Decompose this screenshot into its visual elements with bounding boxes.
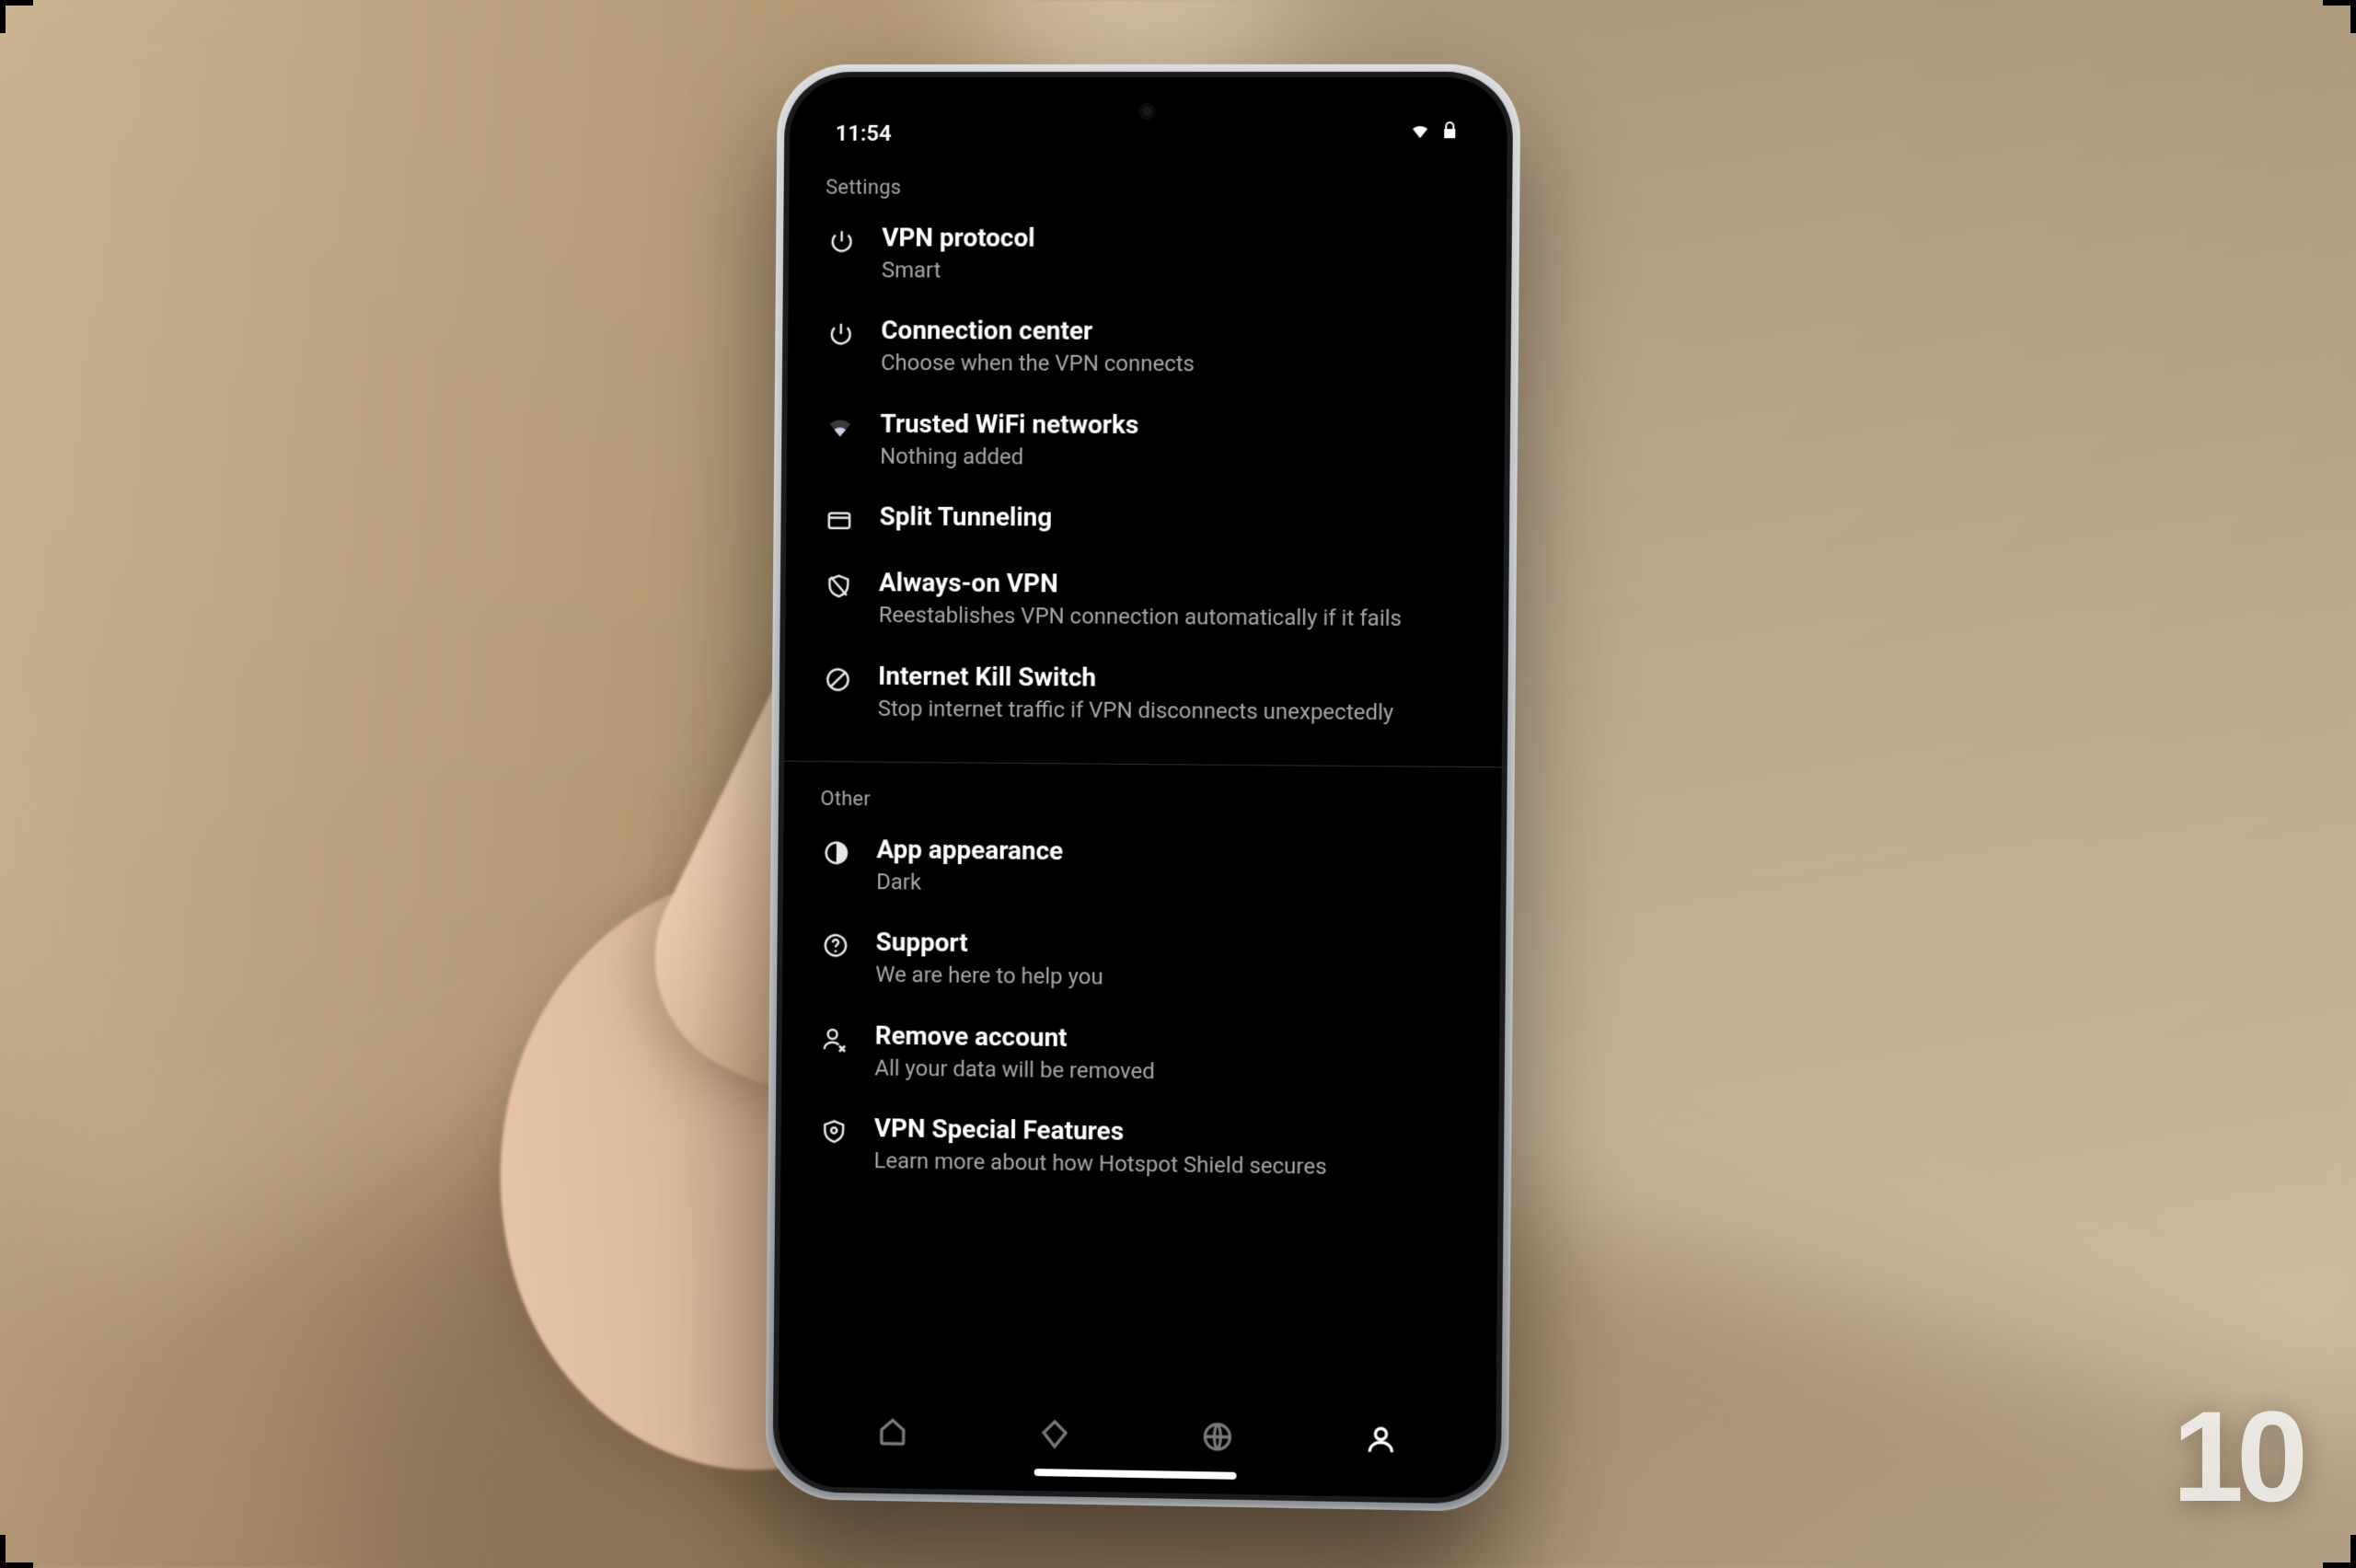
blocked-icon — [821, 663, 854, 696]
setting-title: VPN protocol — [882, 222, 1469, 255]
section-divider — [784, 761, 1502, 768]
power-icon — [826, 225, 859, 258]
front-camera — [1138, 103, 1155, 120]
setting-connection-center[interactable]: Connection center Choose when the VPN co… — [818, 301, 1474, 397]
setting-sub: Learn more about how Hotspot Shield secu… — [873, 1146, 1461, 1183]
phone-screen: 11:54 Settings — [778, 77, 1507, 1499]
setting-title: Always-on VPN — [879, 566, 1466, 602]
section-label-settings: Settings — [820, 158, 1475, 210]
section-label-other: Other — [814, 769, 1470, 825]
setting-title: Internet Kill Switch — [878, 660, 1465, 697]
nav-account[interactable] — [1358, 1417, 1403, 1462]
setting-special-features[interactable]: VPN Special Features Learn more about ho… — [812, 1099, 1467, 1201]
setting-vpn-protocol[interactable]: VPN protocol Smart — [819, 208, 1475, 303]
shield-icon — [817, 1115, 850, 1148]
watermark: 10 — [2172, 1382, 2301, 1531]
setting-sub: We are here to help you — [875, 960, 1462, 997]
crop-tick — [0, 1535, 6, 1568]
setting-title: Connection center — [881, 315, 1468, 349]
setting-title: App appearance — [876, 833, 1463, 870]
setting-title: Support — [875, 926, 1462, 964]
setting-always-on-vpn[interactable]: Always-on VPN Reestablishes VPN connecti… — [816, 553, 1472, 651]
contrast-icon — [820, 836, 853, 870]
setting-sub: All your data will be removed — [874, 1053, 1461, 1090]
setting-title: VPN Special Features — [874, 1112, 1461, 1151]
lock-status-icon — [1438, 120, 1461, 147]
setting-sub: Reestablishes VPN connection automatical… — [879, 600, 1466, 634]
setting-appearance[interactable]: App appearance Dark — [814, 820, 1469, 919]
setting-sub: Dark — [876, 867, 1463, 903]
card-icon — [823, 503, 856, 536]
power-icon — [825, 317, 858, 351]
nav-home[interactable] — [870, 1409, 914, 1454]
shield-off-icon — [822, 570, 855, 603]
crop-tick — [0, 0, 6, 33]
setting-remove-account[interactable]: Remove account All your data will be rem… — [813, 1006, 1468, 1107]
status-time: 11:54 — [836, 121, 892, 146]
wifi-icon — [824, 410, 857, 444]
setting-support[interactable]: Support We are here to help you — [814, 913, 1469, 1013]
phone-frame: 11:54 Settings — [765, 64, 1520, 1512]
setting-title: Remove account — [875, 1019, 1462, 1058]
setting-trusted-wifi[interactable]: Trusted WiFi networks Nothing added — [817, 394, 1472, 490]
setting-sub: Stop internet traffic if VPN disconnects… — [878, 693, 1465, 727]
setting-sub: Nothing added — [880, 442, 1467, 474]
crop-tick — [2350, 0, 2356, 33]
setting-sub: Smart — [882, 255, 1469, 286]
setting-split-tunneling[interactable]: Split Tunneling — [817, 487, 1472, 557]
setting-sub: Choose when the VPN connects — [881, 348, 1468, 380]
setting-title: Split Tunneling — [880, 501, 1467, 536]
bottom-nav — [778, 1386, 1496, 1499]
help-icon — [819, 929, 852, 963]
user-remove-icon — [818, 1022, 851, 1055]
wifi-status-icon — [1409, 120, 1431, 147]
nav-browse[interactable] — [1195, 1414, 1239, 1459]
setting-title: Trusted WiFi networks — [880, 408, 1467, 443]
crop-tick — [2350, 1535, 2356, 1568]
setting-kill-switch[interactable]: Internet Kill Switch Stop internet traff… — [815, 646, 1471, 744]
settings-content: Settings VPN protocol Smart — [779, 158, 1507, 1398]
nav-premium[interactable] — [1032, 1412, 1076, 1457]
